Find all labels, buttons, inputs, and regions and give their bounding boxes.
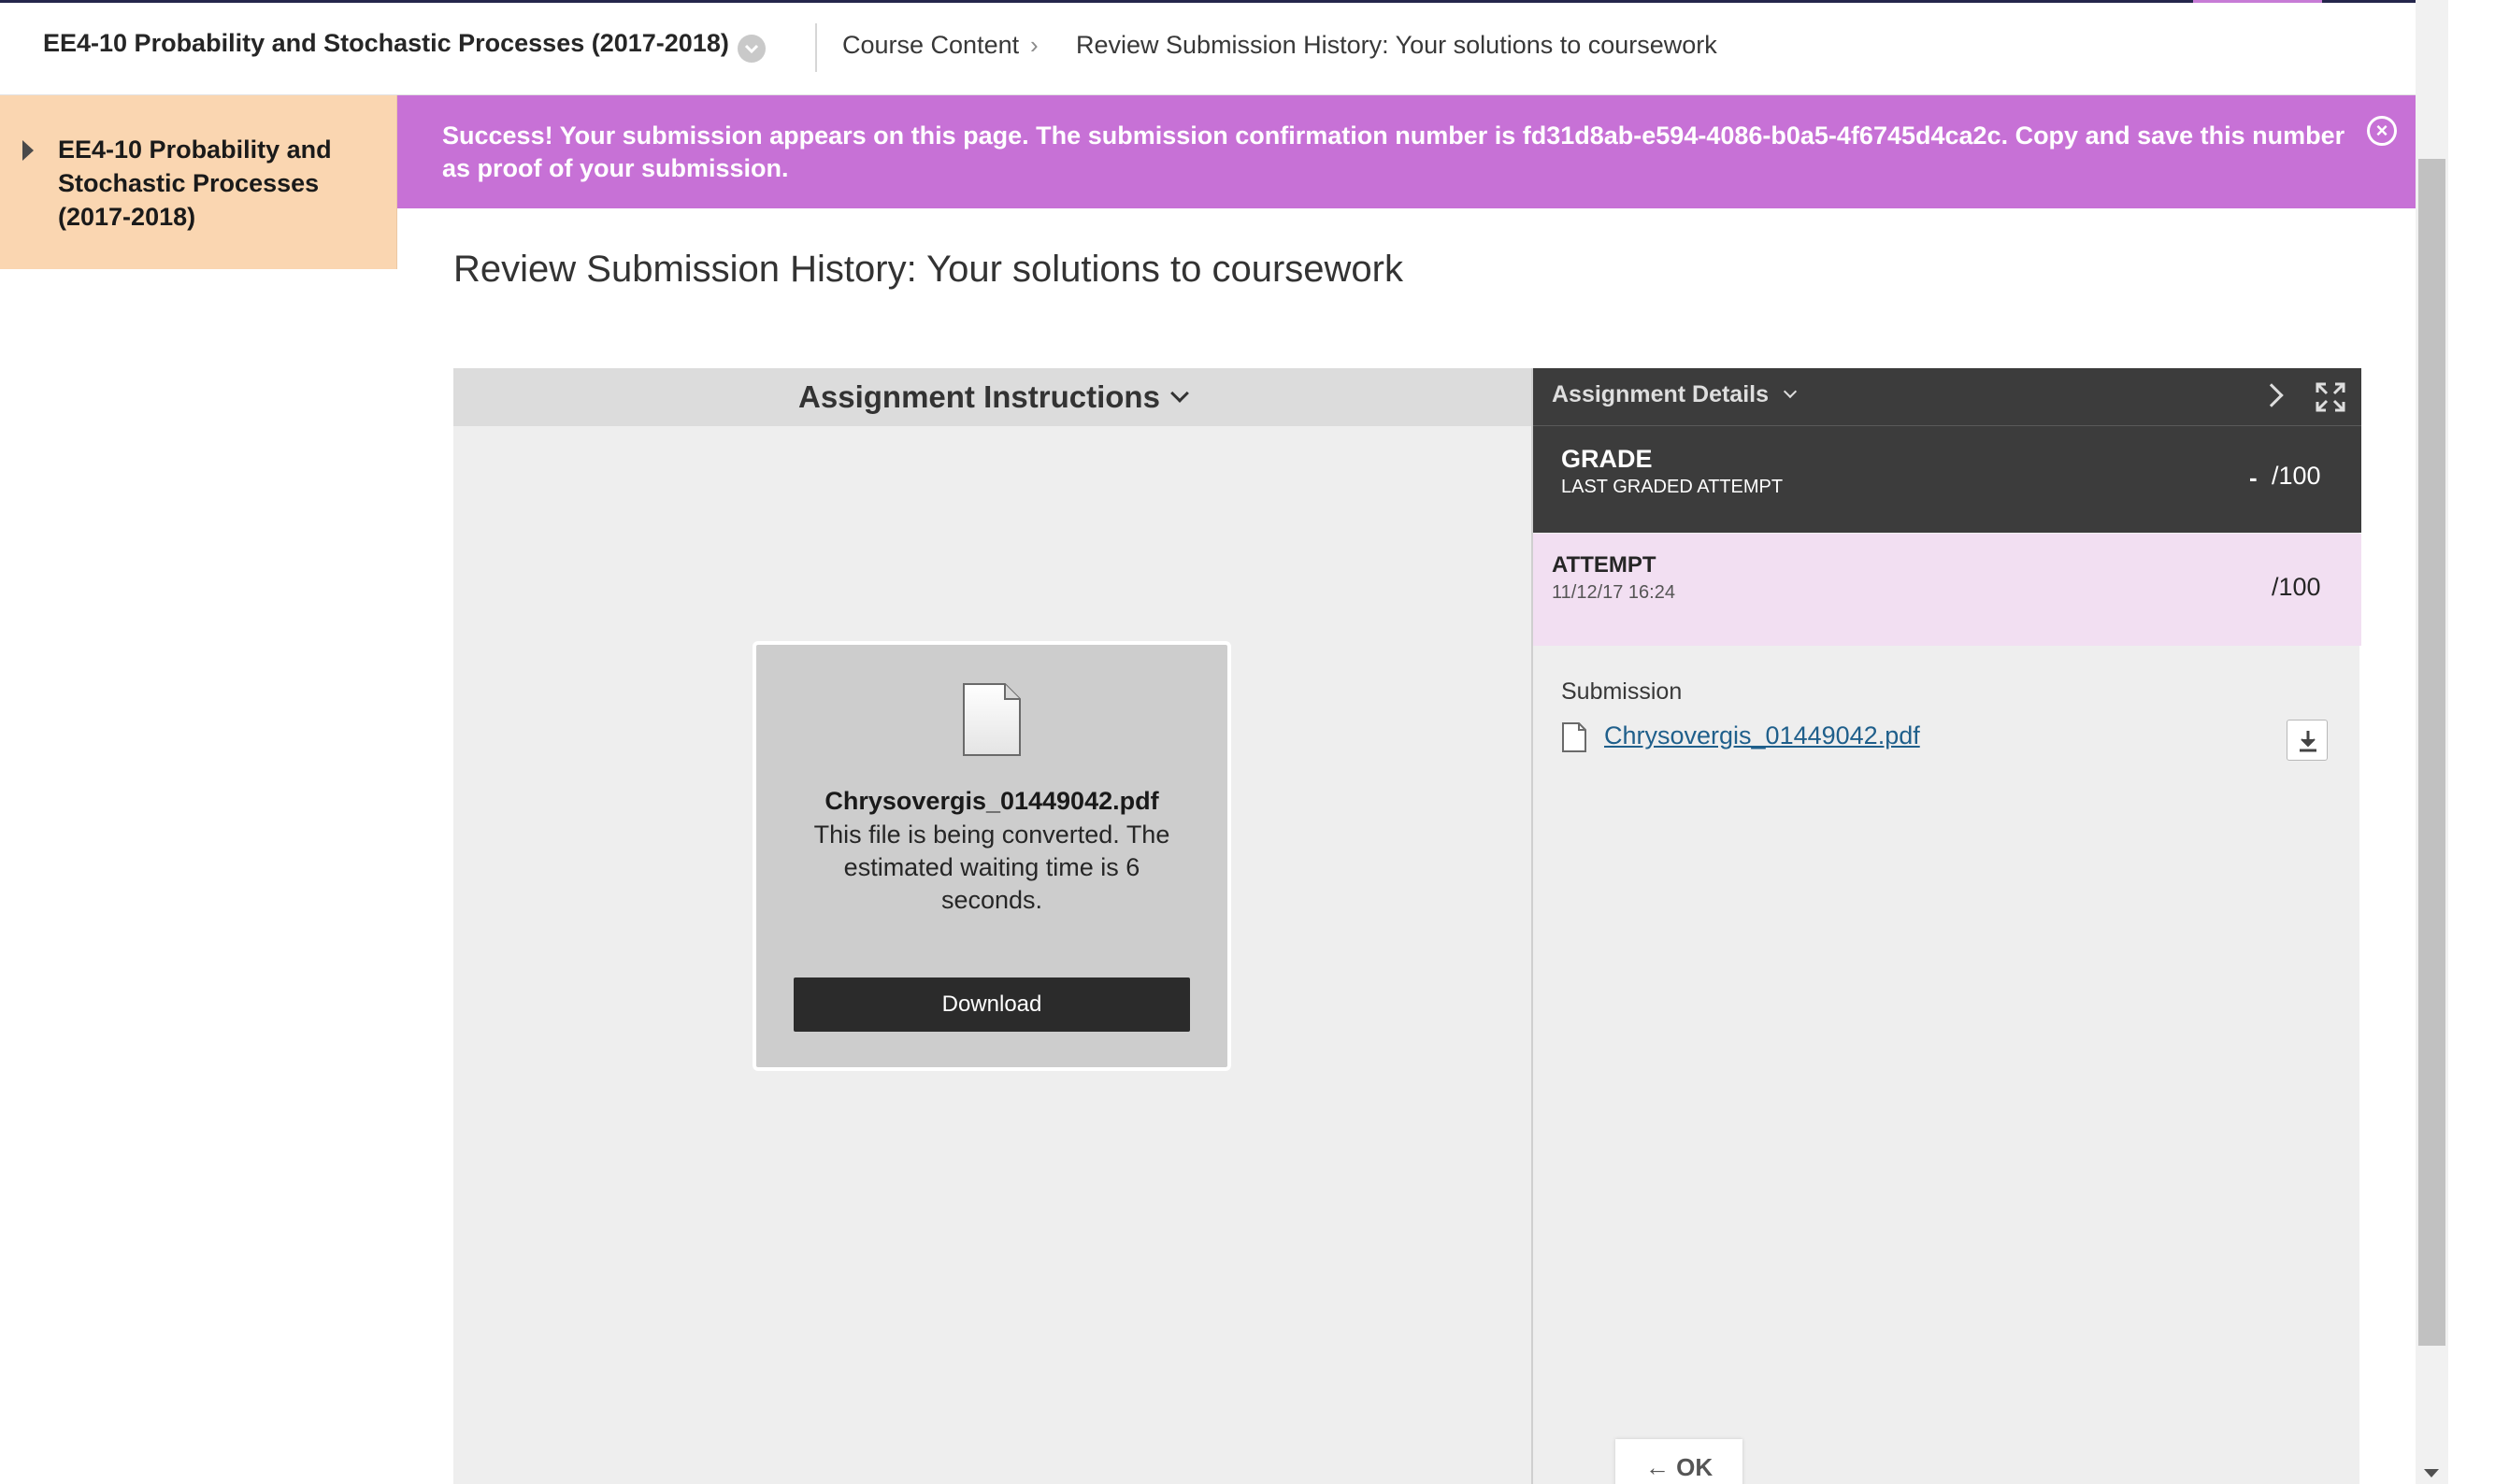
grade-subtitle: LAST GRADED ATTEMPT <box>1561 477 1784 497</box>
success-banner: Success! Your submission appears on this… <box>397 95 2416 208</box>
attempt-title: ATTEMPT <box>1552 552 1656 578</box>
grade-out-of: /100 <box>2272 462 2321 490</box>
breadcrumb-current-page: Review Submission History: Your solution… <box>1076 31 1717 59</box>
course-title[interactable]: EE4-10 Probability and Stochastic Proces… <box>43 29 729 58</box>
attempt-timestamp: 11/12/17 16:24 <box>1552 582 1675 603</box>
attempt-out-of: /100 <box>2272 573 2321 601</box>
expand-icon[interactable] <box>2315 381 2346 413</box>
scrollbar-thumb[interactable] <box>2418 159 2445 1346</box>
course-menu-button[interactable] <box>738 35 766 63</box>
chevron-down-icon <box>744 44 759 53</box>
triangle-right-icon <box>22 140 34 161</box>
header-divider <box>815 23 817 72</box>
chevron-down-icon <box>1170 384 1189 403</box>
download-icon <box>2300 731 2316 752</box>
course-nav-label: EE4-10 Probability and Stochastic Proces… <box>58 136 332 231</box>
submission-file-link[interactable]: Chrysovergis_01449042.pdf <box>1604 721 1920 750</box>
submission-download-button[interactable] <box>2287 720 2328 761</box>
page-title: Review Submission History: Your solution… <box>453 249 1403 290</box>
success-message: Success! Your submission appears on this… <box>442 121 2345 182</box>
course-header: EE4-10 Probability and Stochastic Proces… <box>0 3 2416 95</box>
attempt-row[interactable]: ATTEMPT 11/12/17 16:24 /100 <box>1533 534 2361 646</box>
chevron-right-icon[interactable] <box>2259 383 2284 407</box>
assignment-details-toggle[interactable]: Assignment Details <box>1552 381 1769 408</box>
assignment-instructions-panel: Assignment Instructions Chrysovergis_014… <box>453 368 1531 1484</box>
ok-button[interactable]: ← OK <box>1615 1439 1742 1484</box>
download-button[interactable]: Download <box>794 977 1190 1032</box>
grade-title: GRADE <box>1561 445 1653 473</box>
close-icon[interactable]: × <box>2367 116 2397 146</box>
submission-label: Submission <box>1561 678 1683 705</box>
assignment-instructions-toggle[interactable]: Assignment Instructions <box>453 368 1531 426</box>
course-nav-item[interactable]: EE4-10 Probability and Stochastic Proces… <box>0 95 397 269</box>
chevron-down-icon <box>1783 384 1798 399</box>
grade-value: - <box>2249 464 2258 492</box>
document-icon <box>1562 722 1586 752</box>
conversion-note: This file is being converted. The estima… <box>813 820 1170 914</box>
breadcrumb-course-content[interactable]: Course Content <box>842 31 1019 60</box>
assignment-details-panel: Assignment Details GRADE LAST GRADED ATT… <box>1531 368 2361 1484</box>
breadcrumb-separator: › <box>1030 31 1039 59</box>
grade-summary: GRADE LAST GRADED ATTEMPT - /100 <box>1533 426 2361 533</box>
assignment-instructions-label: Assignment Instructions <box>798 379 1160 414</box>
file-conversion-card: Chrysovergis_01449042.pdf This file is b… <box>753 641 1231 1071</box>
scroll-down-arrow-icon[interactable] <box>2424 1469 2439 1477</box>
assignment-details-header: Assignment Details <box>1533 368 2361 426</box>
file-name: Chrysovergis_01449042.pdf <box>824 787 1159 815</box>
document-icon <box>963 683 1021 756</box>
